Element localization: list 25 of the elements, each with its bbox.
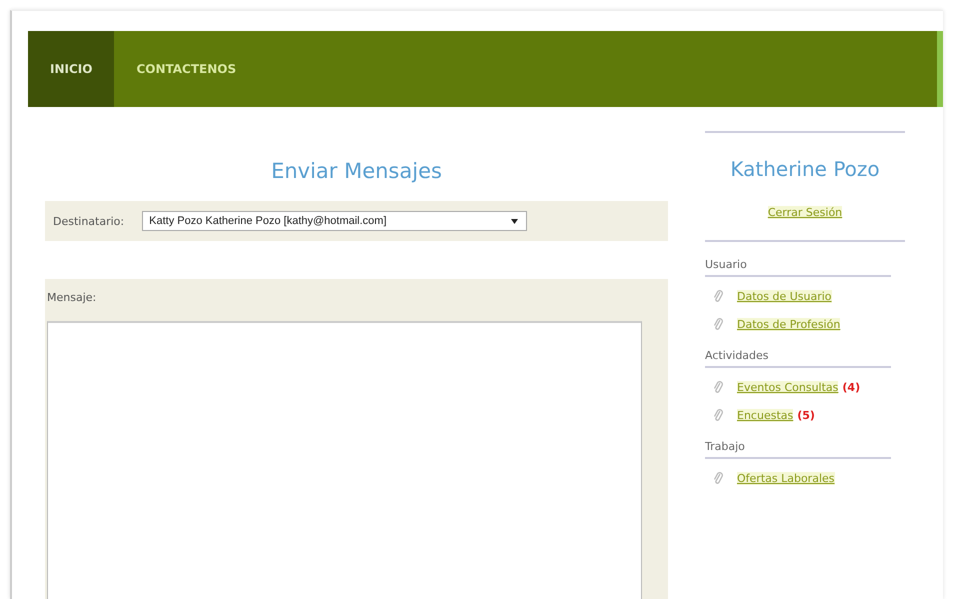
paperclip-icon [713,471,723,485]
nav-tab[interactable]: INICIO [28,31,114,107]
logout-link[interactable]: Cerrar Sesión [768,206,842,219]
recipient-dropdown[interactable]: Katty Pozo Katherine Pozo [kathy@hotmail.com] [142,211,528,231]
unread-count: (5) [797,408,815,422]
page-title: Enviar Mensajes [270,159,443,183]
sidebar-link[interactable]: Datos de Usuario [737,290,832,302]
section-title: Trabajo [705,432,891,459]
nav-tab[interactable]: CONTACTENOS [114,31,258,107]
sidebar-link[interactable]: Ofertas Laborales [737,472,835,484]
paperclip-icon [713,380,723,394]
section-title: Usuario [705,250,891,277]
message-textarea[interactable] [47,321,642,599]
sidebar-link[interactable]: Datos de Profesión [737,318,840,330]
sidebar-link[interactable]: Eventos Consultas [737,380,838,394]
dropdown-arrow-icon [511,218,518,224]
message-label: Mensaje: [47,290,96,304]
paperclip-icon [713,317,723,331]
recipient-label: Destinatario: [53,214,124,228]
paperclip-icon [713,408,723,422]
user-name: Katherine Pozo [729,157,881,181]
unread-count: (4) [842,380,860,394]
sidebar-link[interactable]: Encuestas [737,408,794,422]
section-title: Actividades [705,341,891,368]
paperclip-icon [713,289,723,303]
